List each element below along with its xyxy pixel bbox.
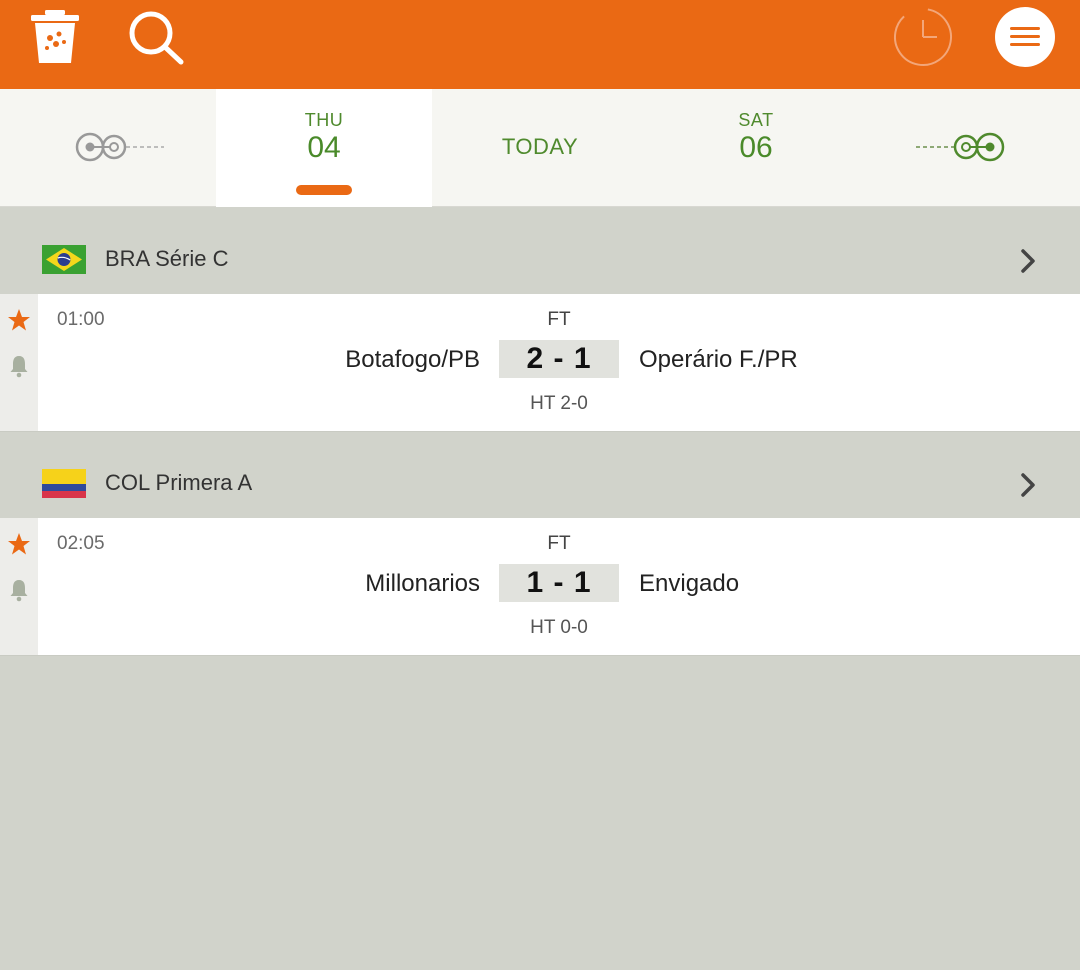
star-icon[interactable] [7, 308, 31, 332]
date-tab-thu[interactable]: THU 04 [216, 89, 432, 207]
match-actions [0, 294, 38, 431]
chevron-right-icon [1021, 249, 1035, 273]
date-number: 06 [739, 131, 773, 164]
date-next-button[interactable] [864, 89, 1080, 207]
trash-icon[interactable] [28, 8, 82, 66]
menu-icon [1010, 27, 1040, 46]
bell-icon[interactable] [9, 578, 29, 602]
match-score: 2 - 1 [499, 340, 619, 378]
league-name: COL Primera A [105, 470, 253, 495]
top-bar [0, 0, 1080, 89]
today-label: TODAY [501, 134, 579, 159]
match-status: FT [547, 533, 571, 554]
date-number: 04 [307, 131, 341, 164]
clock-icon[interactable] [891, 5, 955, 69]
fast-forward-icon [916, 132, 1005, 162]
date-day-label: THU [304, 110, 344, 130]
colombia-flag-icon [42, 469, 86, 498]
date-tab-sat[interactable]: SAT 06 [648, 89, 864, 207]
search-icon[interactable] [127, 9, 187, 67]
brazil-flag-icon [42, 245, 86, 274]
date-tab-today[interactable]: TODAY [432, 89, 648, 207]
match-actions [0, 518, 38, 655]
menu-button[interactable] [995, 7, 1055, 67]
league-header-col[interactable]: COL Primera A [0, 432, 1080, 518]
away-team: Envigado [639, 570, 740, 597]
home-team: Botafogo/PB [345, 346, 480, 373]
match-time: 01:00 [57, 309, 105, 330]
league-header-bra[interactable]: BRA Série C [0, 208, 1080, 294]
date-day-label: SAT [738, 110, 774, 130]
date-prev-button[interactable] [0, 89, 216, 207]
date-bar: THU 04 TODAY SAT 06 [0, 89, 1080, 207]
home-team: Millonarios [365, 570, 480, 597]
chevron-right-icon [1021, 473, 1035, 497]
rewind-icon [75, 132, 164, 162]
match-time: 02:05 [57, 533, 105, 554]
star-icon[interactable] [7, 532, 31, 556]
league-name: BRA Série C [105, 246, 229, 271]
away-team: Operário F./PR [639, 346, 798, 373]
match-status: FT [547, 309, 571, 330]
match-score: 1 - 1 [499, 564, 619, 602]
match-row[interactable]: 01:00 FT Botafogo/PB 2 - 1 Operário F./P… [0, 294, 1080, 432]
halftime-score: HT 0-0 [530, 617, 588, 638]
halftime-score: HT 2-0 [530, 393, 588, 414]
match-row[interactable]: 02:05 FT Millonarios 1 - 1 Envigado HT 0… [0, 518, 1080, 656]
bell-icon[interactable] [9, 354, 29, 378]
selected-indicator [296, 185, 352, 195]
